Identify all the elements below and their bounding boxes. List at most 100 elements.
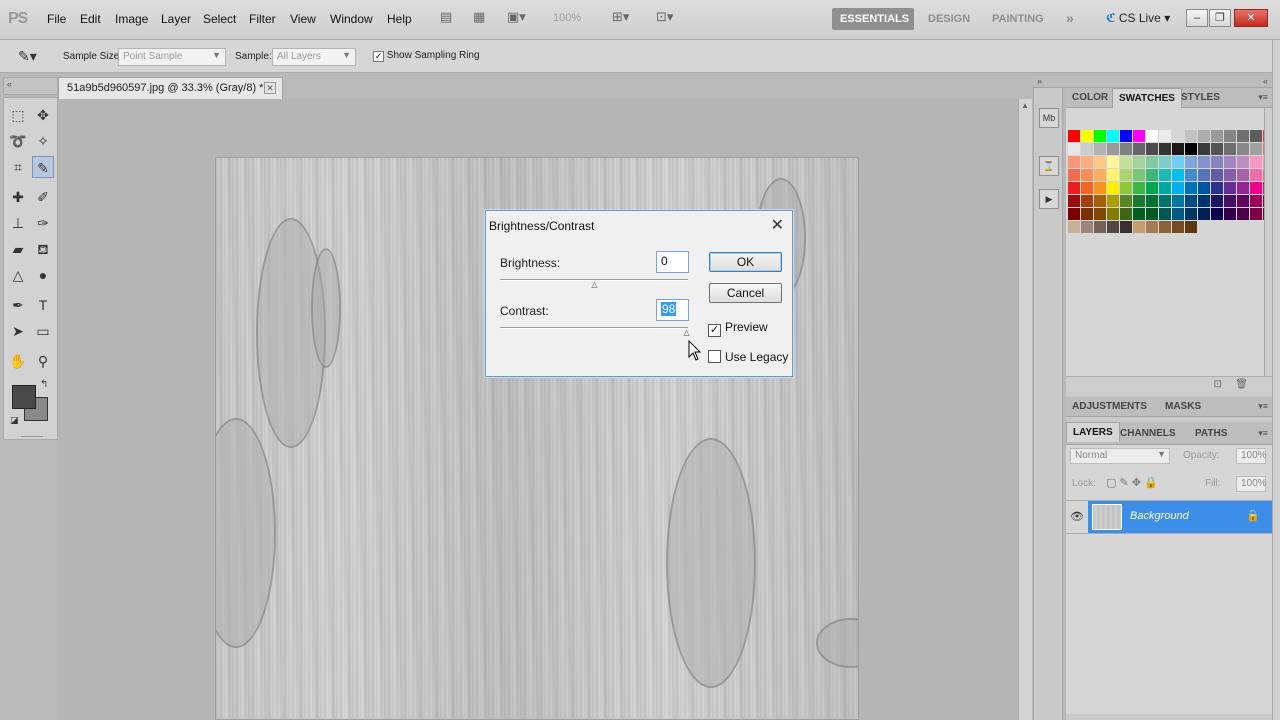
swatches-scrollbar[interactable] xyxy=(1264,108,1272,383)
color-swatch[interactable] xyxy=(1146,130,1158,142)
eraser-tool-icon[interactable]: ▰ xyxy=(7,238,29,260)
color-swatch[interactable] xyxy=(1107,221,1119,233)
preview-checkbox[interactable]: ✓ xyxy=(708,324,721,337)
color-swatch[interactable] xyxy=(1107,143,1119,155)
color-swatch[interactable] xyxy=(1211,169,1223,181)
color-swatch[interactable] xyxy=(1237,208,1249,220)
color-swatch[interactable] xyxy=(1094,182,1106,194)
color-swatch[interactable] xyxy=(1224,130,1236,142)
delete-swatch-icon[interactable]: 🗑 xyxy=(1235,379,1248,390)
dock-scrollbar[interactable] xyxy=(1272,40,1280,720)
color-swatch[interactable] xyxy=(1094,156,1106,168)
color-swatch[interactable] xyxy=(1224,195,1236,207)
contrast-slider-thumb[interactable]: △ xyxy=(682,329,691,337)
sample-select[interactable]: All Layers ▼ xyxy=(272,48,356,66)
menu-view[interactable]: View xyxy=(290,12,316,26)
color-swatch[interactable] xyxy=(1224,143,1236,155)
color-swatch[interactable] xyxy=(1068,156,1080,168)
color-swatch[interactable] xyxy=(1133,143,1145,155)
color-swatch[interactable] xyxy=(1146,208,1158,220)
color-swatch[interactable] xyxy=(1198,195,1210,207)
type-tool-icon[interactable]: T xyxy=(32,294,54,316)
history-brush-tool-icon[interactable]: ✑ xyxy=(32,212,54,234)
collapse-icon[interactable]: « xyxy=(7,79,12,89)
color-swatch[interactable] xyxy=(1172,130,1184,142)
color-swatch[interactable] xyxy=(1068,221,1080,233)
contrast-input[interactable]: 98 xyxy=(656,299,689,321)
color-swatch[interactable] xyxy=(1159,156,1171,168)
mini-bridge-icon[interactable]: ▦ xyxy=(473,9,485,29)
color-swatch[interactable] xyxy=(1185,156,1197,168)
document-vertical-scrollbar[interactable]: ▲ xyxy=(1018,99,1032,720)
color-swatch[interactable] xyxy=(1120,156,1132,168)
layer-name[interactable]: Background xyxy=(1130,510,1189,522)
panel-menu-icon[interactable]: ▾≡ xyxy=(1258,401,1268,412)
color-swatch[interactable] xyxy=(1107,208,1119,220)
color-swatch[interactable] xyxy=(1120,195,1132,207)
hand-tool-icon[interactable]: ✋ xyxy=(7,350,29,372)
brightness-slider-thumb[interactable]: △ xyxy=(590,281,599,289)
close-window-button[interactable]: ✕ xyxy=(1234,9,1268,27)
eyedropper-preset-icon[interactable]: ✎▾ xyxy=(18,48,37,65)
color-swatch[interactable] xyxy=(1198,208,1210,220)
color-swatch[interactable] xyxy=(1172,195,1184,207)
color-swatch[interactable] xyxy=(1185,208,1197,220)
menu-select[interactable]: Select xyxy=(203,12,236,26)
color-swatch[interactable] xyxy=(1081,221,1093,233)
color-swatch[interactable] xyxy=(1120,221,1132,233)
color-swatch[interactable] xyxy=(1185,182,1197,194)
color-swatch[interactable] xyxy=(1185,195,1197,207)
color-swatch[interactable] xyxy=(1211,182,1223,194)
marquee-tool-icon[interactable]: ⬚ xyxy=(7,104,29,126)
color-swatch[interactable] xyxy=(1237,169,1249,181)
color-swatch[interactable] xyxy=(1172,156,1184,168)
color-swatch[interactable] xyxy=(1224,156,1236,168)
pen-tool-icon[interactable]: ✒ xyxy=(7,294,29,316)
tab-swatches[interactable]: SWATCHES xyxy=(1112,88,1182,108)
color-swatch[interactable] xyxy=(1120,182,1132,194)
color-swatch[interactable] xyxy=(1120,169,1132,181)
color-swatch[interactable] xyxy=(1159,221,1171,233)
cs-live-menu[interactable]: ℭ CS Live ▾ xyxy=(1106,11,1170,25)
menu-image[interactable]: Image xyxy=(115,12,148,26)
menu-window[interactable]: Window xyxy=(330,12,373,26)
color-swatch[interactable] xyxy=(1198,169,1210,181)
color-swatch[interactable] xyxy=(1172,143,1184,155)
fill-input[interactable]: 100% xyxy=(1236,476,1267,492)
color-swatch[interactable] xyxy=(1250,156,1262,168)
healing-brush-tool-icon[interactable]: ✚ xyxy=(7,186,29,208)
color-swatch[interactable] xyxy=(1094,130,1106,142)
color-swatch[interactable] xyxy=(1250,130,1262,142)
color-swatch[interactable] xyxy=(1185,130,1197,142)
color-swatch[interactable] xyxy=(1185,143,1197,155)
tab-paths[interactable]: PATHS xyxy=(1195,428,1227,439)
blend-mode-select[interactable]: Normal ▼ xyxy=(1070,448,1170,464)
actions-panel-icon[interactable]: ▶ xyxy=(1039,189,1059,209)
color-swatch[interactable] xyxy=(1159,195,1171,207)
color-swatch[interactable] xyxy=(1237,156,1249,168)
color-swatch[interactable] xyxy=(1198,143,1210,155)
color-swatch[interactable] xyxy=(1185,169,1197,181)
tab-masks[interactable]: MASKS xyxy=(1165,401,1201,412)
color-swatch[interactable] xyxy=(1133,195,1145,207)
color-swatch[interactable] xyxy=(1068,143,1080,155)
color-swatch[interactable] xyxy=(1081,195,1093,207)
color-swatch[interactable] xyxy=(1107,169,1119,181)
workspace-painting[interactable]: PAINTING xyxy=(984,8,1052,30)
zoom-level[interactable]: 100% xyxy=(553,12,581,24)
color-swatch[interactable] xyxy=(1237,143,1249,155)
new-swatch-icon[interactable]: ⊡ xyxy=(1214,379,1222,390)
color-swatch[interactable] xyxy=(1237,182,1249,194)
bridge-icon[interactable]: ▤ xyxy=(440,9,452,29)
color-swatch[interactable] xyxy=(1081,182,1093,194)
use-legacy-checkbox[interactable] xyxy=(708,350,721,363)
blur-tool-icon[interactable]: △ xyxy=(7,264,29,286)
dodge-tool-icon[interactable]: ● xyxy=(32,264,54,286)
color-swatch[interactable] xyxy=(1107,130,1119,142)
move-tool-icon[interactable]: ✥ xyxy=(32,104,54,126)
view-extras-icon[interactable]: ▣▾ xyxy=(507,9,526,29)
color-swatch[interactable] xyxy=(1159,182,1171,194)
mini-bridge-panel-icon[interactable]: Mb xyxy=(1039,108,1059,128)
color-swatch[interactable] xyxy=(1081,169,1093,181)
tab-styles[interactable]: STYLES xyxy=(1181,92,1220,103)
